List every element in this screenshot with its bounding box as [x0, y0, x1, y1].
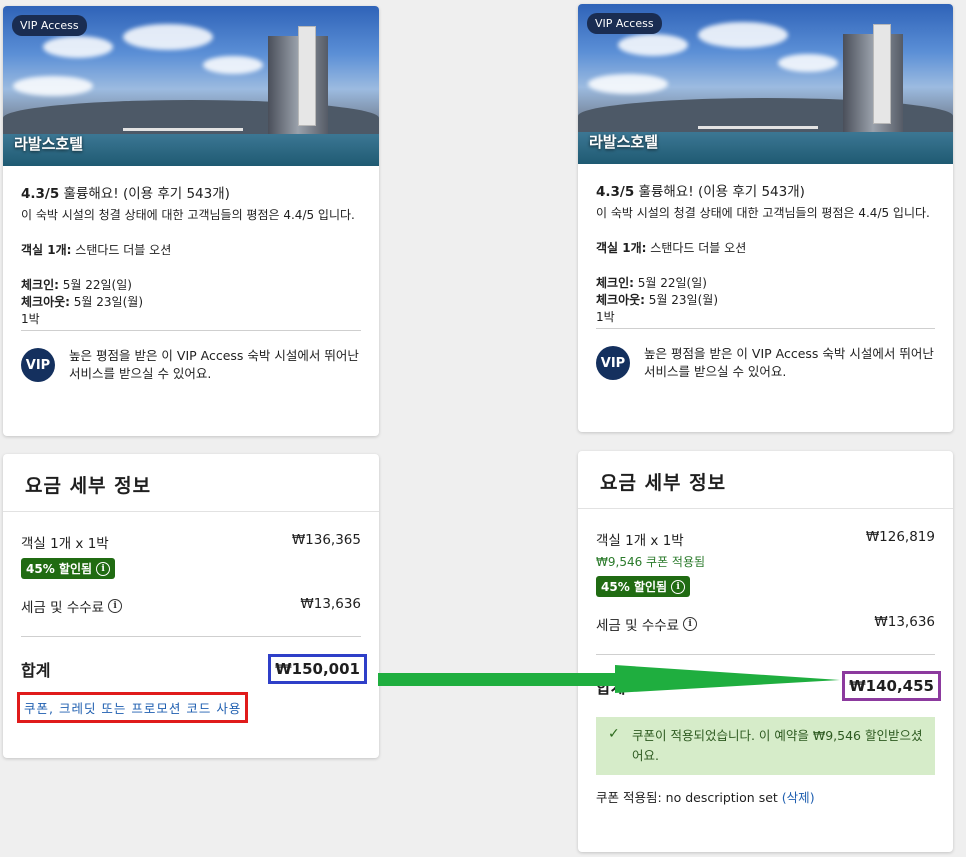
- price-details-title: 요금 세부 정보: [600, 472, 727, 494]
- room-info: 객실 1개: 스탠다드 더블 오션: [21, 242, 361, 259]
- vip-text: 높은 평점을 받은 이 VIP Access 숙박 시설에서 뛰어난 서비스를 …: [644, 346, 934, 379]
- review-count: (이용 후기 543개): [122, 186, 230, 202]
- price-details-right: 요금 세부 정보 객실 1개 x 1박 ₩126,819 ₩9,546 쿠폰 적…: [578, 451, 953, 852]
- hotel-photo: VIP Access 라발스호텔: [3, 6, 379, 166]
- hotel-name: 라발스호텔: [589, 133, 659, 151]
- room-line: 객실 1개 x 1박: [596, 533, 684, 549]
- discount-badge[interactable]: 45% 할인됨 i: [596, 576, 691, 597]
- vip-text: 높은 평점을 받은 이 VIP Access 숙박 시설에서 뛰어난 서비스를 …: [69, 348, 359, 381]
- nights: 1박: [21, 312, 40, 326]
- check-icon: ✓: [608, 726, 620, 742]
- info-icon: i: [671, 579, 686, 594]
- total-price: ₩150,001: [268, 654, 367, 684]
- divider: [21, 636, 361, 637]
- hotel-info: 4.3/5 훌륭해요! (이용 후기 543개) 이 숙박 시설의 청결 상태에…: [578, 164, 953, 381]
- checkin-value: 5월 22일(일): [62, 278, 132, 292]
- rating-score: 4.3/5: [21, 186, 60, 202]
- vip-icon: VIP: [596, 346, 630, 380]
- rating-word: 훌륭해요!: [63, 186, 119, 202]
- total-row: 합계 ₩150,001: [21, 654, 367, 684]
- divider: [596, 654, 935, 655]
- divider: [596, 328, 935, 329]
- vip-access-badge: VIP Access: [12, 15, 87, 36]
- room-info: 객실 1개: 스탠다드 더블 오션: [596, 240, 935, 257]
- checkin: 체크인: 5월 22일(일): [21, 277, 361, 294]
- tax-row: 세금 및 수수료 i ₩13,636: [596, 614, 935, 634]
- price-details-title: 요금 세부 정보: [25, 475, 152, 497]
- info-icon[interactable]: i: [108, 599, 123, 613]
- checkout-value: 5월 23일(월): [648, 293, 718, 307]
- cleanliness-text: 이 숙박 시설의 청결 상태에 대한 고객님들의 평점은 4.4/5 입니다.: [596, 206, 930, 220]
- annotation-arrow: [378, 665, 840, 693]
- remove-paren-close: ): [809, 790, 815, 805]
- checkin-value: 5월 22일(일): [637, 276, 707, 290]
- rating: 4.3/5 훌륭해요! (이용 후기 543개): [21, 186, 361, 203]
- coupon-label: 쿠폰 적용됨:: [596, 790, 662, 805]
- discount-text: 45% 할인됨: [26, 562, 93, 576]
- checkin-label: 체크인:: [596, 276, 634, 290]
- cleanliness-text: 이 숙박 시설의 청결 상태에 대한 고객님들의 평점은 4.4/5 입니다.: [21, 208, 355, 222]
- room-price: ₩126,819: [865, 529, 935, 545]
- room-label: 객실 1개:: [21, 243, 72, 257]
- tax-row: 세금 및 수수료 i ₩13,636: [21, 596, 361, 616]
- remove-coupon-link[interactable]: 삭제: [787, 790, 810, 805]
- coupon-success-alert: ✓ 쿠폰이 적용되었습니다. 이 예약을 ₩9,546 할인받으셨어요.: [596, 717, 935, 775]
- room-value: 스탠다드 더블 오션: [75, 243, 172, 257]
- total-price: ₩140,455: [842, 671, 941, 701]
- vip-row: VIP 높은 평점을 받은 이 VIP Access 숙박 시설에서 뛰어난 서…: [596, 345, 935, 381]
- tax-label: 세금 및 수수료: [21, 600, 105, 616]
- tax-price: ₩13,636: [300, 596, 361, 612]
- rating: 4.3/5 훌륭해요! (이용 후기 543개): [596, 184, 935, 201]
- checkout-value: 5월 23일(월): [73, 295, 143, 309]
- checkin-label: 체크인:: [21, 278, 59, 292]
- vip-icon: VIP: [21, 348, 55, 382]
- vip-row: VIP 높은 평점을 받은 이 VIP Access 숙박 시설에서 뛰어난 서…: [21, 347, 361, 383]
- price-details-left: 요금 세부 정보 객실 1개 x 1박 ₩136,365 45% 할인됨 i 세…: [3, 454, 379, 758]
- nights: 1박: [596, 310, 615, 324]
- discount-text: 45% 할인됨: [601, 580, 668, 594]
- discount-badge[interactable]: 45% 할인됨 i: [21, 558, 116, 579]
- promo-code-link[interactable]: 쿠폰, 크레딧 또는 프로모션 코드 사용: [17, 692, 249, 723]
- room-price: ₩136,365: [291, 532, 361, 548]
- checkout-label: 체크아웃:: [596, 293, 645, 307]
- checkin: 체크인: 5월 22일(일): [596, 275, 935, 292]
- checkout: 체크아웃: 5월 23일(월): [21, 294, 361, 311]
- hotel-card-right: VIP Access 라발스호텔 4.3/5 훌륭해요! (이용 후기 543개…: [578, 4, 953, 432]
- vip-access-badge: VIP Access: [587, 13, 662, 34]
- review-count: (이용 후기 543개): [697, 184, 805, 200]
- tax-label-wrap: 세금 및 수수료 i: [21, 596, 123, 616]
- divider: [21, 330, 361, 331]
- tax-label-wrap: 세금 및 수수료 i: [596, 614, 698, 634]
- room-price-row: 객실 1개 x 1박 ₩126,819: [596, 529, 935, 549]
- hotel-photo: VIP Access 라발스호텔: [578, 4, 953, 164]
- coupon-applied-text: ₩9,546 쿠폰 적용됨: [596, 555, 706, 569]
- room-label: 객실 1개:: [596, 241, 647, 255]
- tax-label: 세금 및 수수료: [596, 618, 680, 634]
- checkout-label: 체크아웃:: [21, 295, 70, 309]
- coupon-applied-row: 쿠폰 적용됨: no description set (삭제): [596, 787, 935, 806]
- hotel-card-left: VIP Access 라발스호텔 4.3/5 훌륭해요! (이용 후기 543개…: [3, 6, 379, 436]
- rating-word: 훌륭해요!: [638, 184, 694, 200]
- rating-score: 4.3/5: [596, 184, 635, 200]
- room-value: 스탠다드 더블 오션: [650, 241, 747, 255]
- info-icon: i: [96, 561, 111, 576]
- checkout: 체크아웃: 5월 23일(월): [596, 292, 935, 309]
- coupon-desc: no description set: [665, 790, 778, 805]
- hotel-info: 4.3/5 훌륭해요! (이용 후기 543개) 이 숙박 시설의 청결 상태에…: [3, 166, 379, 383]
- success-message: 쿠폰이 적용되었습니다. 이 예약을 ₩9,546 할인받으셨어요.: [632, 728, 923, 763]
- info-icon[interactable]: i: [683, 617, 698, 631]
- room-price-row: 객실 1개 x 1박 ₩136,365: [21, 532, 361, 552]
- hotel-name: 라발스호텔: [14, 135, 84, 153]
- room-line: 객실 1개 x 1박: [21, 536, 109, 552]
- tax-price: ₩13,636: [874, 614, 935, 630]
- total-label: 합계: [21, 661, 51, 680]
